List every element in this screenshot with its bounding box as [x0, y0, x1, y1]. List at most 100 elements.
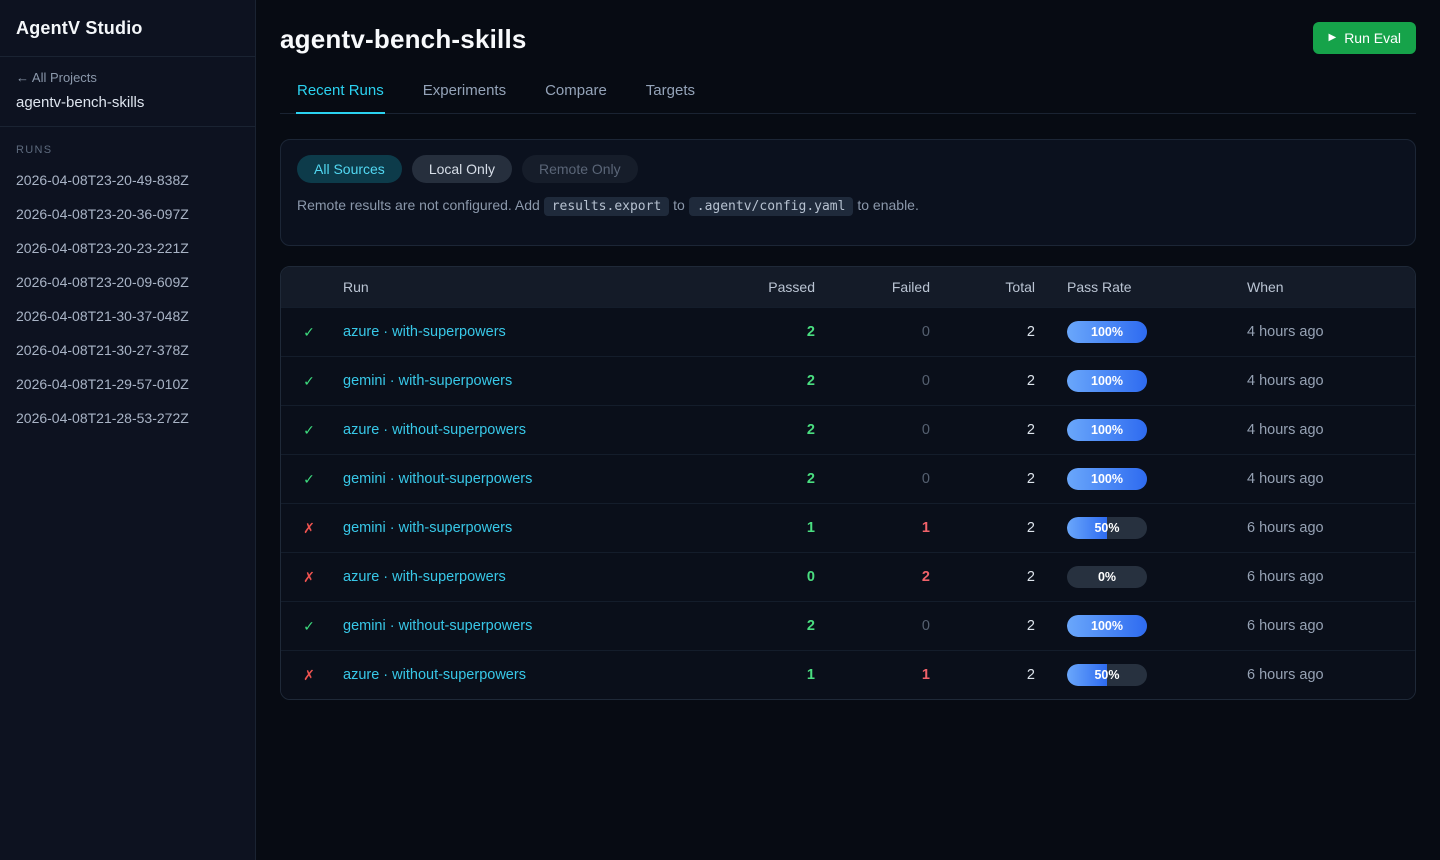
pass-rate-badge: 100% [1067, 321, 1147, 343]
source-filter-panel: All Sources Local Only Remote Only Remote … [280, 139, 1416, 246]
total-count: 2 [930, 569, 1035, 585]
filter-chip-remote-only: Remote Only [522, 155, 638, 183]
table-row: ✓ gemini · without-superpowers 2 0 2 100… [281, 454, 1415, 503]
run-eval-label: Run Eval [1344, 30, 1401, 46]
pass-rate-badge: 50% [1067, 664, 1147, 686]
pass-rate-badge: 0% [1067, 566, 1147, 588]
failed-count: 0 [815, 373, 930, 389]
passed-count: 1 [695, 667, 815, 683]
sidebar-run-item[interactable]: 2026-04-08T21-30-37-048Z [0, 299, 255, 333]
table-row: ✓ gemini · with-superpowers 2 0 2 100% 4… [281, 356, 1415, 405]
total-count: 2 [930, 520, 1035, 536]
remote-config-notice: Remote results are not configured. Add r… [297, 197, 1399, 214]
filter-chip-all-sources[interactable]: All Sources [297, 155, 402, 183]
notice-code-config-yaml: .agentv/config.yaml [689, 197, 854, 216]
project-block: ← All Projects agentv-bench-skills [0, 57, 255, 127]
run-name-link[interactable]: gemini · with-superpowers [343, 373, 512, 389]
run-name-link[interactable]: azure · without-superpowers [343, 667, 526, 683]
sidebar-run-item[interactable]: 2026-04-08T23-20-49-838Z [0, 163, 255, 197]
sidebar: AgentV Studio ← All Projects agentv-benc… [0, 0, 256, 860]
sidebar-run-item[interactable]: 2026-04-08T21-29-57-010Z [0, 367, 255, 401]
sidebar-run-item[interactable]: 2026-04-08T23-20-36-097Z [0, 197, 255, 231]
pass-rate-badge: 100% [1067, 468, 1147, 490]
total-count: 2 [930, 618, 1035, 634]
run-name-link[interactable]: gemini · without-superpowers [343, 471, 532, 487]
run-name-link[interactable]: azure · with-superpowers [343, 324, 506, 340]
main-content: agentv-bench-skills ▶ Run Eval Recent Ru… [256, 0, 1440, 724]
runs-table: Run Passed Failed Total Pass Rate When ✓… [280, 266, 1416, 700]
table-row: ✓ azure · without-superpowers 2 0 2 100%… [281, 405, 1415, 454]
sidebar-run-item[interactable]: 2026-04-08T21-28-53-272Z [0, 401, 255, 435]
tab-bar: Recent Runs Experiments Compare Targets [280, 82, 1416, 114]
notice-middle: to [669, 197, 688, 213]
run-name-link[interactable]: gemini · with-superpowers [343, 520, 512, 536]
table-row: ✗ azure · with-superpowers 0 2 2 0% 6 ho… [281, 552, 1415, 601]
passed-count: 2 [695, 471, 815, 487]
pass-rate-label: 50% [1067, 664, 1147, 686]
passed-count: 2 [695, 373, 815, 389]
pass-rate-label: 50% [1067, 517, 1147, 539]
passed-count: 2 [695, 618, 815, 634]
run-when: 6 hours ago [1215, 618, 1415, 634]
run-name-link[interactable]: gemini · without-superpowers [343, 618, 532, 634]
sidebar-header: AgentV Studio [0, 0, 255, 57]
check-icon: ✓ [281, 422, 337, 439]
passed-count: 0 [695, 569, 815, 585]
total-count: 2 [930, 422, 1035, 438]
passed-count: 2 [695, 422, 815, 438]
failed-count: 0 [815, 471, 930, 487]
cross-icon: ✗ [281, 520, 337, 537]
pass-rate-label: 100% [1067, 370, 1147, 392]
sidebar-run-item[interactable]: 2026-04-08T23-20-09-609Z [0, 265, 255, 299]
pass-rate-label: 100% [1067, 419, 1147, 441]
pass-rate-badge: 50% [1067, 517, 1147, 539]
total-count: 2 [930, 373, 1035, 389]
total-count: 2 [930, 667, 1035, 683]
col-header-pass-rate: Pass Rate [1035, 279, 1215, 295]
col-header-run: Run [337, 279, 695, 295]
cross-icon: ✗ [281, 569, 337, 586]
check-icon: ✓ [281, 324, 337, 341]
run-when: 6 hours ago [1215, 667, 1415, 683]
main-header: agentv-bench-skills ▶ Run Eval [280, 22, 1416, 55]
col-header-total: Total [930, 279, 1035, 295]
tab-recent-runs[interactable]: Recent Runs [296, 82, 385, 113]
failed-count: 0 [815, 422, 930, 438]
filter-chips: All Sources Local Only Remote Only [297, 155, 1399, 183]
run-eval-button[interactable]: ▶ Run Eval [1313, 22, 1416, 54]
sidebar-run-item[interactable]: 2026-04-08T23-20-23-221Z [0, 231, 255, 265]
check-icon: ✓ [281, 373, 337, 390]
runs-section-label: RUNS [0, 127, 255, 163]
total-count: 2 [930, 471, 1035, 487]
table-row: ✗ azure · without-superpowers 1 1 2 50% … [281, 650, 1415, 699]
table-row: ✗ gemini · with-superpowers 1 1 2 50% 6 … [281, 503, 1415, 552]
filter-chip-local-only[interactable]: Local Only [412, 155, 512, 183]
table-row: ✓ gemini · without-superpowers 2 0 2 100… [281, 601, 1415, 650]
table-row: ✓ azure · with-superpowers 2 0 2 100% 4 … [281, 307, 1415, 356]
pass-rate-badge: 100% [1067, 370, 1147, 392]
run-name-link[interactable]: azure · without-superpowers [343, 422, 526, 438]
failed-count: 0 [815, 618, 930, 634]
run-name-link[interactable]: azure · with-superpowers [343, 569, 506, 585]
sidebar-run-item[interactable]: 2026-04-08T21-30-27-378Z [0, 333, 255, 367]
notice-suffix: to enable. [853, 197, 918, 213]
check-icon: ✓ [281, 471, 337, 488]
total-count: 2 [930, 324, 1035, 340]
passed-count: 2 [695, 324, 815, 340]
sidebar-run-list: 2026-04-08T23-20-49-838Z2026-04-08T23-20… [0, 163, 255, 435]
tab-experiments[interactable]: Experiments [422, 82, 507, 113]
runs-table-header: Run Passed Failed Total Pass Rate When [281, 267, 1415, 307]
failed-count: 1 [815, 520, 930, 536]
tab-compare[interactable]: Compare [544, 82, 608, 113]
run-when: 4 hours ago [1215, 373, 1415, 389]
notice-prefix: Remote results are not configured. Add [297, 197, 544, 213]
passed-count: 1 [695, 520, 815, 536]
all-projects-back-link[interactable]: ← All Projects [16, 70, 239, 85]
app-title: AgentV Studio [16, 18, 239, 39]
pass-rate-badge: 100% [1067, 615, 1147, 637]
failed-count: 2 [815, 569, 930, 585]
tab-targets[interactable]: Targets [645, 82, 696, 113]
failed-count: 0 [815, 324, 930, 340]
pass-rate-label: 100% [1067, 321, 1147, 343]
pass-rate-badge: 100% [1067, 419, 1147, 441]
